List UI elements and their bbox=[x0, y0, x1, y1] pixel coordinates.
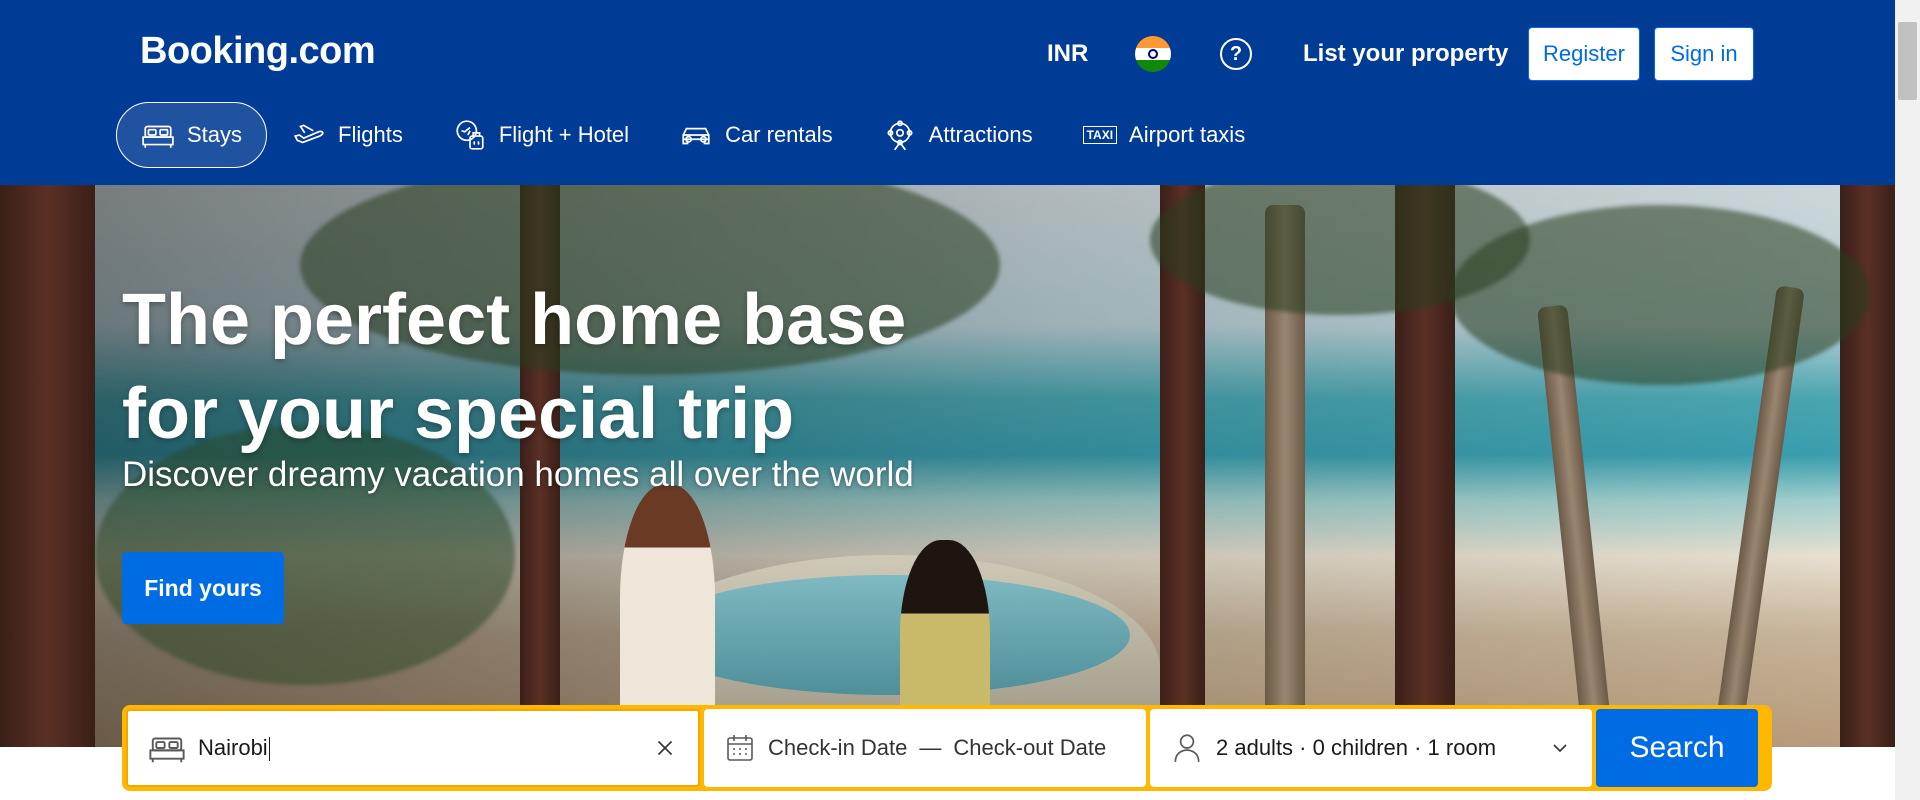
check-out-label: Check-out Date bbox=[953, 735, 1107, 760]
help-icon[interactable]: ? bbox=[1220, 38, 1252, 70]
plane-icon bbox=[293, 124, 324, 144]
person-icon bbox=[1174, 734, 1200, 762]
check-in-label: Check-in Date bbox=[768, 735, 908, 760]
guests-summary: 2 adults · 0 children · 1 room bbox=[1216, 735, 1497, 760]
search-button[interactable]: Search bbox=[1596, 709, 1758, 787]
tab-label: Attractions bbox=[928, 122, 1033, 147]
logo[interactable]: Booking.com bbox=[140, 30, 376, 73]
date-picker-field[interactable]: Check-in Date — Check-out Date bbox=[704, 709, 1146, 787]
calendar-icon bbox=[727, 735, 753, 761]
palm-fronds bbox=[1450, 205, 1870, 385]
search-bar: Nairobi Check-in Date — Check-out Date 2… bbox=[122, 705, 1772, 791]
guests-field[interactable]: 2 adults · 0 children · 1 room bbox=[1150, 709, 1592, 787]
product-nav: Stays Flights Flight + Hotel Car rentals… bbox=[116, 102, 1270, 168]
list-property-link[interactable]: List your property bbox=[1303, 40, 1508, 68]
hero-title-line: The perfect home base bbox=[122, 280, 907, 360]
flight-hotel-icon bbox=[456, 120, 484, 150]
register-button[interactable]: Register bbox=[1528, 27, 1640, 81]
bed-icon bbox=[142, 125, 174, 148]
taxi-icon: TAXI bbox=[1082, 126, 1118, 144]
tab-attractions[interactable]: Attractions bbox=[858, 102, 1058, 168]
scrollbar[interactable] bbox=[1895, 0, 1920, 800]
currency-selector[interactable]: INR bbox=[1047, 40, 1088, 68]
attractions-icon bbox=[887, 120, 913, 151]
hero-subtitle: Discover dreamy vacation homes all over … bbox=[122, 455, 914, 494]
page: Booking.com INR ? List your property Reg… bbox=[0, 0, 1920, 800]
tab-label: Car rentals bbox=[725, 122, 833, 147]
tab-airport-taxis[interactable]: TAXI Airport taxis bbox=[1058, 102, 1271, 168]
chevron-down-icon bbox=[1553, 744, 1567, 753]
clear-icon[interactable] bbox=[652, 735, 678, 761]
destination-field[interactable]: Nairobi bbox=[126, 709, 700, 787]
person-figure bbox=[620, 485, 715, 735]
hero-title: The perfect home base for your special t… bbox=[122, 273, 906, 461]
sign-in-button[interactable]: Sign in bbox=[1654, 27, 1754, 81]
tab-label: Flights bbox=[338, 122, 403, 147]
car-icon bbox=[682, 127, 710, 145]
hero-photo-post bbox=[0, 185, 95, 747]
hero-banner: The perfect home base for your special t… bbox=[0, 185, 1895, 747]
hero-title-line: for your special trip bbox=[122, 374, 795, 454]
tab-flights[interactable]: Flights bbox=[267, 102, 428, 168]
tab-flight-hotel[interactable]: Flight + Hotel bbox=[428, 102, 654, 168]
bed-icon bbox=[149, 737, 185, 763]
tab-car-rentals[interactable]: Car rentals bbox=[654, 102, 858, 168]
tab-label: Airport taxis bbox=[1129, 122, 1246, 147]
date-separator: — bbox=[919, 735, 942, 760]
pool-water bbox=[650, 575, 1130, 695]
tab-label: Flight + Hotel bbox=[498, 122, 630, 147]
header: Booking.com INR ? List your property Reg… bbox=[0, 0, 1895, 185]
tab-stays[interactable]: Stays bbox=[116, 102, 268, 168]
india-flag-icon[interactable] bbox=[1135, 36, 1171, 72]
tab-label: Stays bbox=[187, 122, 243, 147]
destination-input[interactable]: Nairobi bbox=[198, 735, 640, 762]
find-yours-button[interactable]: Find yours bbox=[122, 552, 284, 624]
scrollbar-thumb[interactable] bbox=[1898, 22, 1917, 100]
